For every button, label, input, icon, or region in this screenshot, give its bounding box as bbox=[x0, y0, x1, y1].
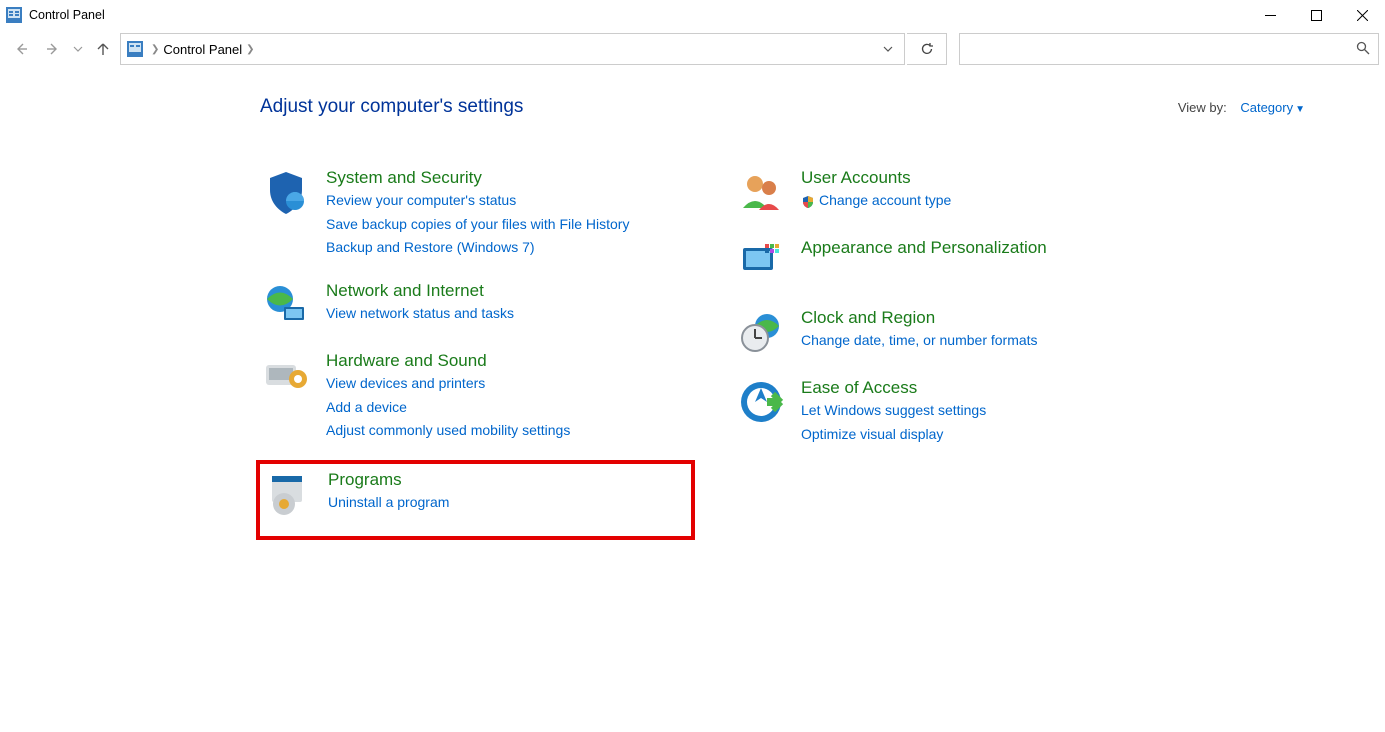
window-title: Control Panel bbox=[29, 8, 105, 22]
user-accounts-icon bbox=[737, 168, 785, 216]
category-appearance-and-personalization: Appearance and Personalization bbox=[735, 234, 1170, 290]
forward-button[interactable] bbox=[38, 33, 68, 65]
shield-icon bbox=[801, 194, 815, 208]
category-link-label: View network status and tasks bbox=[326, 303, 514, 325]
categories-right-column: User AccountsChange account type Appearan… bbox=[735, 164, 1170, 554]
category-title[interactable]: Appearance and Personalization bbox=[801, 238, 1047, 258]
categories-left-column: System and SecurityReview your computer'… bbox=[260, 164, 695, 554]
programs-icon bbox=[264, 470, 312, 518]
category-link-label: Change account type bbox=[819, 190, 951, 212]
category-link-label: Optimize visual display bbox=[801, 424, 943, 446]
search-box[interactable] bbox=[959, 33, 1379, 65]
category-link[interactable]: Adjust commonly used mobility settings bbox=[326, 420, 570, 442]
category-title[interactable]: Network and Internet bbox=[326, 281, 514, 301]
refresh-button[interactable] bbox=[907, 33, 947, 65]
search-input[interactable] bbox=[968, 42, 1356, 57]
category-link[interactable]: View network status and tasks bbox=[326, 303, 514, 325]
view-by: View by: Category▼ bbox=[1178, 100, 1305, 115]
category-title[interactable]: User Accounts bbox=[801, 168, 951, 188]
ease-of-access-icon bbox=[737, 378, 785, 426]
nav-bar: ❯ Control Panel ❯ bbox=[0, 30, 1385, 68]
category-clock-and-region: Clock and RegionChange date, time, or nu… bbox=[735, 304, 1170, 360]
category-programs: ProgramsUninstall a program bbox=[256, 460, 695, 540]
category-link-label: Add a device bbox=[326, 397, 407, 419]
category-link[interactable]: Let Windows suggest settings bbox=[801, 400, 986, 422]
recent-dropdown[interactable] bbox=[70, 33, 86, 65]
search-icon[interactable] bbox=[1356, 41, 1370, 58]
category-link-label: Review your computer's status bbox=[326, 190, 516, 212]
minimize-button[interactable] bbox=[1247, 0, 1293, 30]
category-ease-of-access: Ease of AccessLet Windows suggest settin… bbox=[735, 374, 1170, 449]
breadcrumb-separator[interactable]: ❯ bbox=[242, 44, 258, 55]
chevron-down-icon[interactable]: ▼ bbox=[1295, 104, 1305, 115]
category-link[interactable]: Review your computer's status bbox=[326, 190, 629, 212]
category-title[interactable]: System and Security bbox=[326, 168, 629, 188]
control-panel-icon bbox=[127, 41, 143, 57]
category-title[interactable]: Hardware and Sound bbox=[326, 351, 570, 371]
category-link-label: Adjust commonly used mobility settings bbox=[326, 420, 570, 442]
close-button[interactable] bbox=[1339, 0, 1385, 30]
address-bar[interactable]: ❯ Control Panel ❯ bbox=[120, 33, 905, 65]
category-system-and-security: System and SecurityReview your computer'… bbox=[260, 164, 695, 263]
category-link[interactable]: Change account type bbox=[801, 190, 951, 212]
category-link[interactable]: Add a device bbox=[326, 397, 570, 419]
breadcrumb-separator: ❯ bbox=[147, 44, 163, 55]
view-by-label: View by: bbox=[1178, 100, 1227, 115]
category-link[interactable]: Backup and Restore (Windows 7) bbox=[326, 237, 629, 259]
category-link-label: View devices and printers bbox=[326, 373, 485, 395]
category-link[interactable]: View devices and printers bbox=[326, 373, 570, 395]
category-link[interactable]: Change date, time, or number formats bbox=[801, 330, 1038, 352]
system-and-security-icon bbox=[262, 168, 310, 216]
category-hardware-and-sound: Hardware and SoundView devices and print… bbox=[260, 347, 695, 446]
title-bar: Control Panel bbox=[0, 0, 1385, 30]
category-link-label: Save backup copies of your files with Fi… bbox=[326, 214, 629, 236]
category-user-accounts: User AccountsChange account type bbox=[735, 164, 1170, 220]
category-network-and-internet: Network and InternetView network status … bbox=[260, 277, 695, 333]
control-panel-icon bbox=[6, 7, 22, 23]
clock-and-region-icon bbox=[737, 308, 785, 356]
category-title[interactable]: Programs bbox=[328, 470, 449, 490]
category-title[interactable]: Ease of Access bbox=[801, 378, 986, 398]
breadcrumb[interactable]: Control Panel bbox=[163, 42, 242, 57]
category-link-label: Uninstall a program bbox=[328, 492, 449, 514]
network-and-internet-icon bbox=[262, 281, 310, 329]
address-dropdown[interactable] bbox=[872, 44, 904, 54]
category-link[interactable]: Uninstall a program bbox=[328, 492, 449, 514]
appearance-and-personalization-icon bbox=[737, 238, 785, 286]
back-button[interactable] bbox=[6, 33, 36, 65]
view-by-value[interactable]: Category bbox=[1240, 100, 1293, 115]
up-button[interactable] bbox=[88, 33, 118, 65]
category-link-label: Change date, time, or number formats bbox=[801, 330, 1038, 352]
category-link[interactable]: Optimize visual display bbox=[801, 424, 986, 446]
page-heading: Adjust your computer's settings bbox=[260, 96, 523, 118]
category-title[interactable]: Clock and Region bbox=[801, 308, 1038, 328]
category-link-label: Backup and Restore (Windows 7) bbox=[326, 237, 535, 259]
category-link-label: Let Windows suggest settings bbox=[801, 400, 986, 422]
content-area: Adjust your computer's settings View by:… bbox=[0, 68, 1385, 554]
hardware-and-sound-icon bbox=[262, 351, 310, 399]
category-link[interactable]: Save backup copies of your files with Fi… bbox=[326, 214, 629, 236]
maximize-button[interactable] bbox=[1293, 0, 1339, 30]
